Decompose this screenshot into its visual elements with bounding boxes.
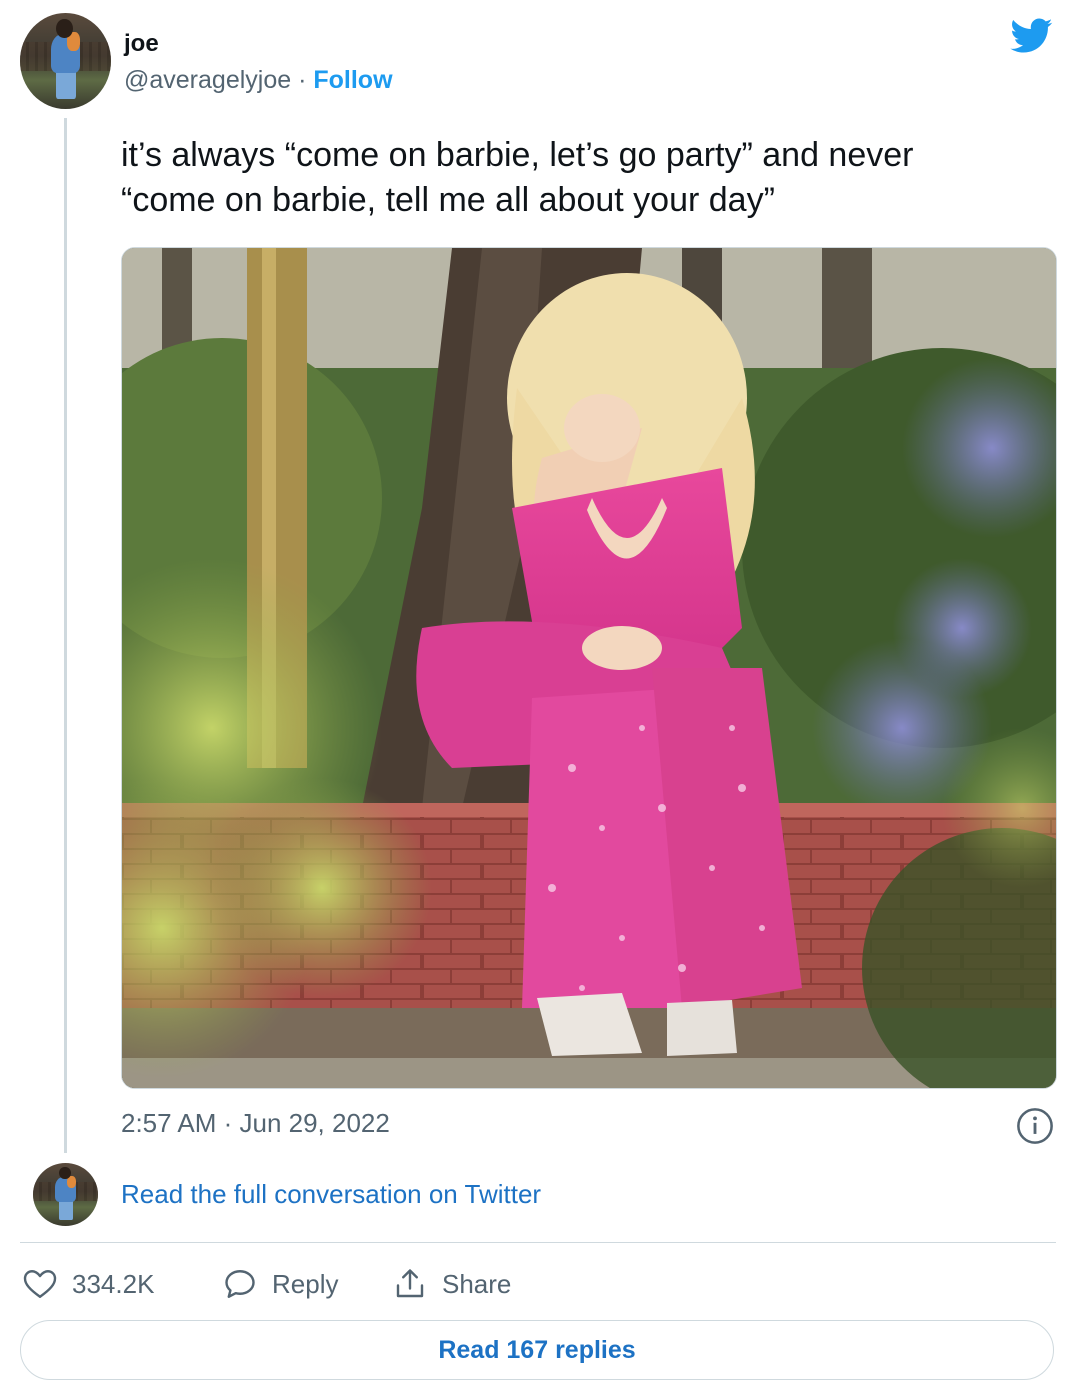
twitter-bird-icon[interactable] (1008, 14, 1056, 56)
share-upload-icon (396, 1269, 424, 1298)
reply-button[interactable]: Reply (222, 1264, 338, 1304)
read-replies-button[interactable]: Read 167 replies (20, 1320, 1054, 1380)
reply-label: Reply (272, 1268, 339, 1299)
speech-bubble-icon (225, 1270, 255, 1298)
avatar-figure-head (59, 1166, 71, 1180)
avatar-figure-head (56, 18, 73, 38)
avatar-figure-legs (56, 68, 77, 100)
reply-avatar[interactable] (33, 1163, 98, 1226)
author-handle-row: @averagelyjoe · Follow (124, 66, 393, 95)
info-icon[interactable] (1016, 1107, 1054, 1145)
heart-icon (23, 1270, 57, 1298)
author-avatar[interactable] (20, 13, 111, 109)
read-conversation-link[interactable]: Read the full conversation on Twitter (121, 1179, 541, 1210)
handle-separator: · (298, 66, 307, 94)
like-button[interactable]: 334.2K (22, 1264, 154, 1304)
share-button[interactable]: Share (392, 1264, 511, 1304)
follow-button[interactable]: Follow (313, 66, 392, 94)
photo-illustration (122, 248, 1056, 1088)
divider (20, 1242, 1056, 1243)
author-display-name[interactable]: joe (124, 30, 159, 58)
share-label: Share (442, 1268, 512, 1299)
like-count: 334.2K (72, 1268, 155, 1299)
author-handle[interactable]: @averagelyjoe (124, 66, 291, 94)
tweet-text: it’s always “come on barbie, let’s go pa… (121, 133, 1031, 223)
tweet-timestamp[interactable]: 2:57 AM · Jun 29, 2022 (121, 1108, 390, 1139)
tweet-photo[interactable] (121, 247, 1057, 1089)
avatar-figure-legs (59, 1199, 74, 1220)
tweet-text-line-2: “come on barbie, tell me all about your … (121, 181, 775, 219)
tweet-text-line-1: it’s always “come on barbie, let’s go pa… (121, 136, 914, 174)
thread-line (64, 118, 67, 1153)
